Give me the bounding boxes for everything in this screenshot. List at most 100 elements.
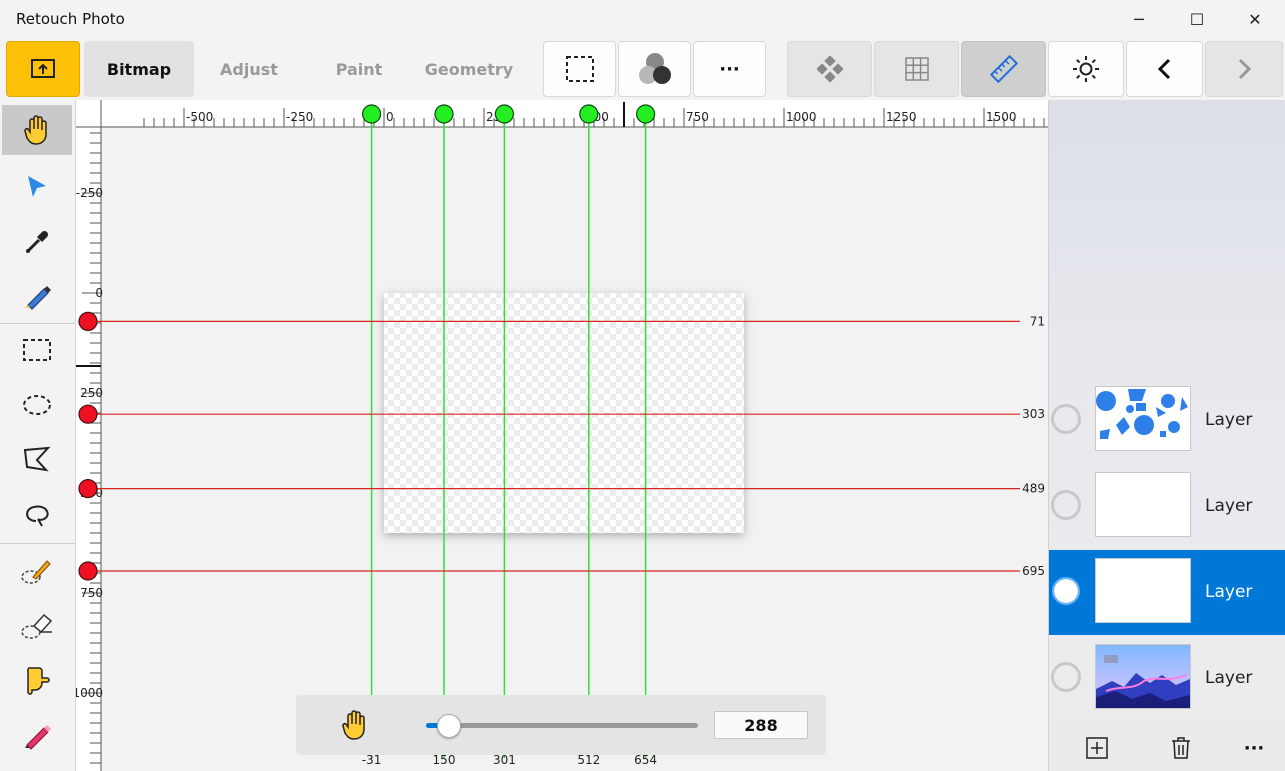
ruler-button[interactable] [961,41,1046,97]
add-icon [1086,737,1108,759]
left-ruler[interactable] [76,100,101,771]
eyedropper-tool[interactable] [2,217,72,267]
undo-button[interactable] [1126,41,1203,97]
circles-icon [638,53,671,84]
maximize-button[interactable]: ☐ [1168,0,1226,38]
vertical-guide-value: -31 [362,753,382,767]
ruler-icon [989,55,1018,83]
layer-name: Layer [1205,410,1253,430]
horizontal-guide-handle[interactable] [78,311,98,331]
lasso-select-tool[interactable] [2,490,72,540]
layer-thumbnail [1095,472,1191,537]
erase-select-tool[interactable] [2,600,72,650]
theme-button[interactable] [1048,41,1124,97]
tab-bitmap[interactable]: Bitmap [84,41,194,97]
pan-hand-button[interactable] [340,708,370,746]
artboard[interactable] [384,293,744,533]
horizontal-guide-handle[interactable] [78,404,98,424]
vertical-guide-handle[interactable] [579,104,599,124]
sun-icon [1073,56,1099,82]
hand-tool[interactable] [2,105,72,155]
tab-paint[interactable]: Paint [304,41,414,97]
dashed-rect-icon [565,56,594,82]
layer-item[interactable]: Layer [1049,378,1285,463]
add-layer-button[interactable] [1082,733,1112,763]
zoom-slider-track[interactable] [426,723,698,728]
delete-layer-button[interactable] [1166,733,1196,763]
eyedropper-icon [26,230,49,253]
export-button[interactable] [6,41,80,97]
pencil-tool[interactable] [2,710,72,760]
ruler-label: 0 [95,286,103,300]
close-button[interactable]: ✕ [1226,0,1284,38]
brush-select-icon [21,560,51,584]
tool-separator [0,323,75,324]
zoom-dock: 288 [296,695,826,755]
vertical-guide-handle[interactable] [635,104,656,124]
horizontal-guide-value: 303 [1022,407,1045,421]
layer-item[interactable]: Layer [1049,464,1285,549]
horizontal-guide-handle[interactable] [78,561,98,581]
finger-tool[interactable] [2,655,72,705]
layer-visibility-toggle[interactable] [1051,576,1081,606]
top-toolbar: Bitmap Adjust Paint Geometry ··· [0,38,1285,100]
ruler-label: 750 [80,586,103,600]
hand-icon [342,710,365,740]
chevron-left-icon [1157,58,1170,80]
pencil-icon [25,725,51,750]
vertical-guide-handle[interactable] [362,104,382,124]
polygon-select-icon [23,446,51,472]
layer-visibility-toggle[interactable] [1051,662,1081,692]
layer-item[interactable]: Layer [1049,636,1285,721]
horizontal-guide-value: 489 [1022,482,1045,496]
hand-icon [24,115,47,145]
vertical-guide-handle[interactable] [434,104,454,124]
brush-tool[interactable] [2,271,72,321]
tool-sidebar [0,100,76,771]
lasso-icon [26,505,49,527]
cursor-icon [28,176,46,197]
rect-select-tool[interactable] [2,326,72,376]
layer-name: Layer [1205,582,1253,602]
app-title: Retouch Photo [16,10,125,28]
horizontal-guide-handle[interactable] [78,479,98,499]
layer-item[interactable]: Layer [1049,550,1285,635]
layer-visibility-toggle[interactable] [1051,404,1081,434]
more-button[interactable]: ··· [693,41,766,97]
rect-select-icon [23,339,51,361]
tool-separator [0,543,75,544]
minimize-button[interactable]: ─ [1110,0,1168,38]
brush-select-tool[interactable] [2,546,72,596]
blend-button[interactable] [618,41,691,97]
zoom-value-field[interactable]: 288 [714,711,808,739]
ellipse-select-tool[interactable] [2,380,72,430]
layers-panel: Layer Layer Layer Layer ··· [1048,100,1285,771]
ruler-label: 750 [686,110,709,124]
ellipse-select-icon [23,395,51,415]
canvas-area[interactable]: -500-2500250500750100012501500 -25002505… [76,100,1048,771]
canvas-svg[interactable]: -500-2500250500750100012501500 -25002505… [76,100,1048,771]
snap-button[interactable] [787,41,872,97]
vertical-guide-value: 512 [577,753,600,767]
vertical-guide-handle[interactable] [494,104,514,124]
layer-thumbnail [1095,644,1191,709]
title-bar: Retouch Photo ─ ☐ ✕ [0,0,1285,38]
redo-button[interactable] [1205,41,1283,97]
zoom-slider-thumb[interactable] [437,714,461,738]
layer-thumbnail [1095,386,1191,451]
polygon-select-tool[interactable] [2,434,72,484]
brush-icon [25,286,51,310]
layer-visibility-toggle[interactable] [1051,490,1081,520]
tab-geometry[interactable]: Geometry [414,41,524,97]
grid-button[interactable] [874,41,959,97]
diamond-icon [816,56,843,82]
horizontal-guide-value: 695 [1022,564,1045,578]
selection-mode-button[interactable] [543,41,616,97]
tab-adjust[interactable]: Adjust [194,41,304,97]
cursor-tool[interactable] [2,162,72,212]
pointing-hand-icon [27,667,50,695]
ruler-label: 250 [80,386,103,400]
eraser-icon [21,613,53,639]
ruler-label: 1250 [886,110,917,124]
layer-more-button[interactable]: ··· [1239,733,1269,763]
